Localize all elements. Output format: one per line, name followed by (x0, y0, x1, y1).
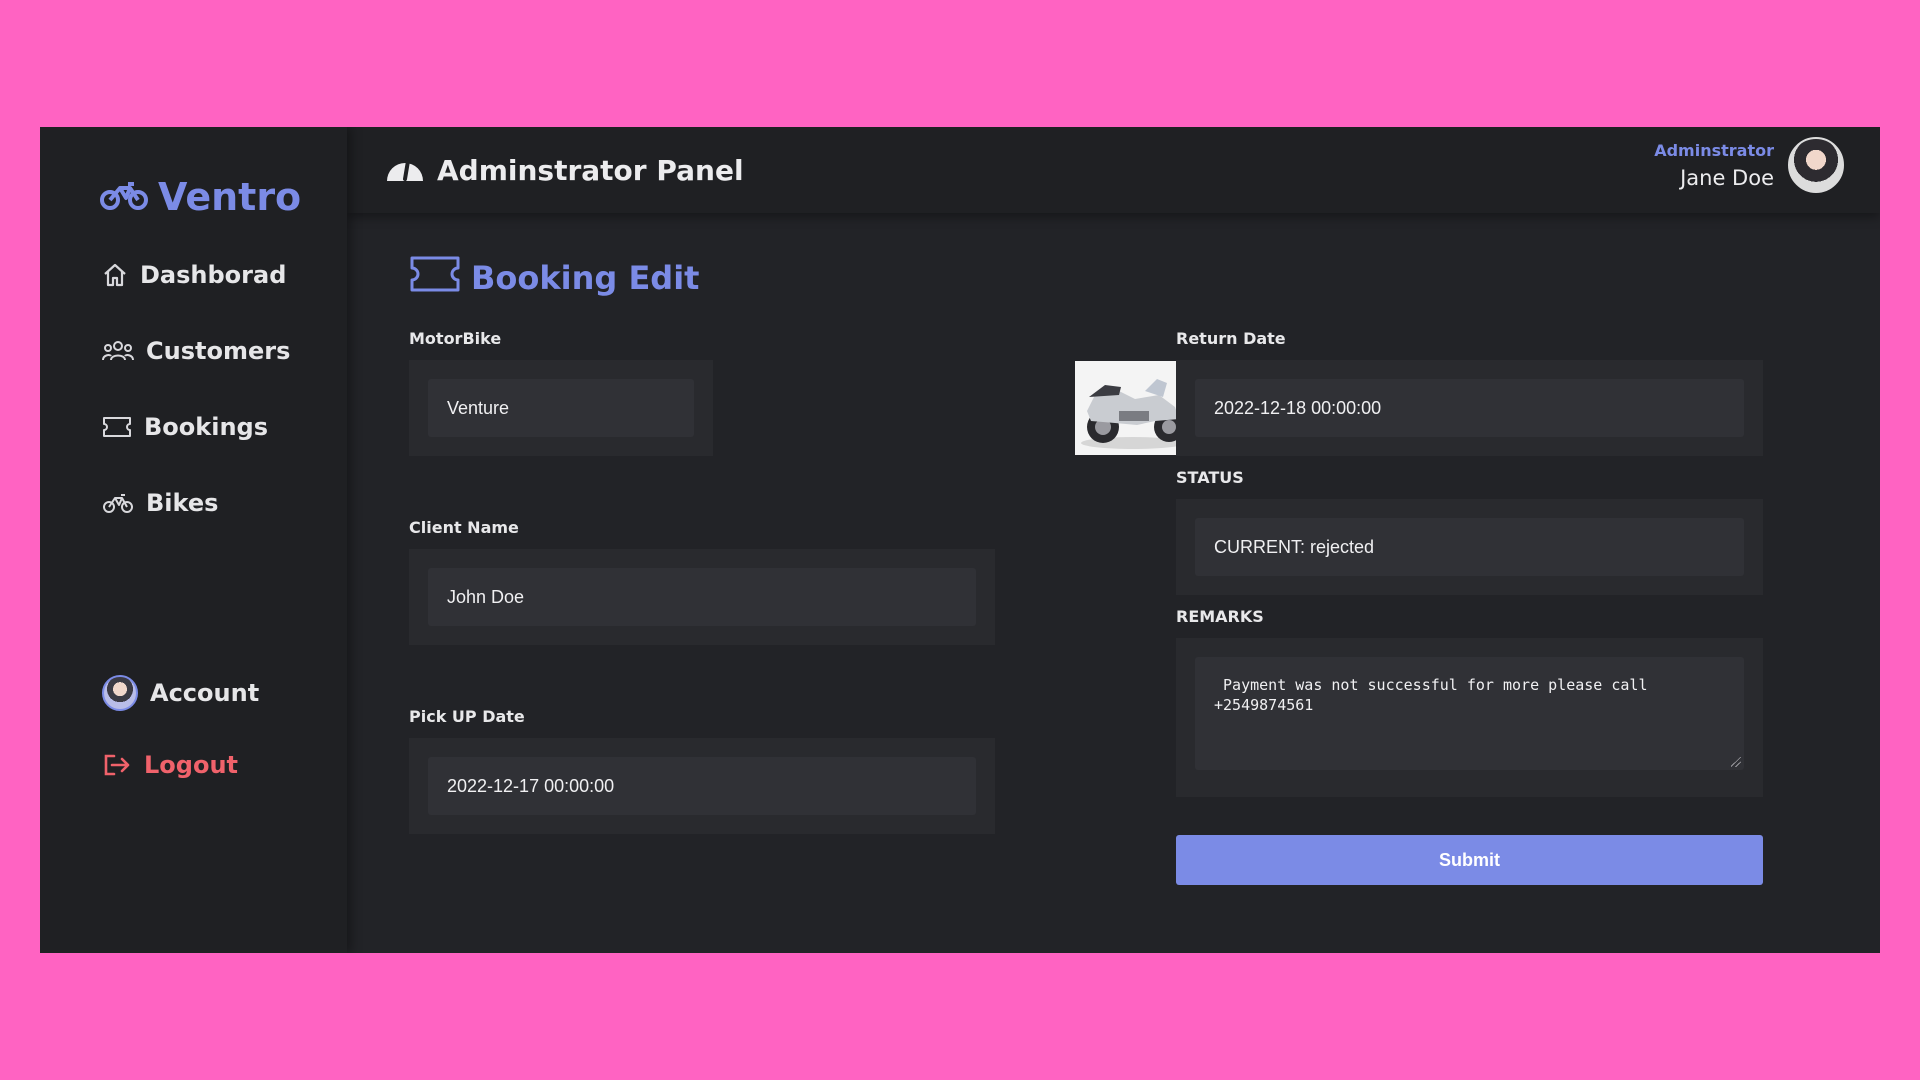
form-heading: Booking Edit (409, 255, 699, 301)
client-name-input[interactable]: John Doe (428, 568, 976, 626)
form-heading-text: Booking Edit (471, 259, 700, 297)
remarks-textarea[interactable]: Payment was not successful for more plea… (1195, 657, 1744, 770)
logout-icon (102, 752, 132, 778)
top-bar: Adminstrator Panel Adminstrator Jane Doe (347, 127, 1880, 213)
main-content: Adminstrator Panel Adminstrator Jane Doe… (347, 127, 1880, 953)
sidebar-item-bikes[interactable]: Bikes (102, 489, 218, 517)
sidebar-item-label: Logout (144, 751, 239, 779)
avatar (102, 675, 138, 711)
motorbike-icon (100, 175, 148, 219)
pickup-date-input[interactable]: 2022-12-17 00:00:00 (428, 757, 976, 815)
client-name-label: Client Name (409, 518, 519, 537)
motorbike-select[interactable]: Venture (428, 379, 694, 437)
remarks-label: REMARKS (1176, 607, 1264, 626)
user-profile[interactable]: Adminstrator Jane Doe (1654, 137, 1844, 193)
home-icon (102, 262, 128, 288)
users-icon (102, 338, 134, 364)
status-field: CURRENT: rejected (1176, 499, 1763, 595)
submit-button[interactable]: Submit (1176, 835, 1763, 885)
return-date-label: Return Date (1176, 329, 1286, 348)
gauge-icon (383, 149, 427, 192)
sidebar-item-customers[interactable]: Customers (102, 337, 290, 365)
sidebar-item-dashboard[interactable]: Dashborad (102, 261, 286, 289)
sidebar-item-label: Account (150, 679, 260, 707)
client-name-field: John Doe (409, 549, 995, 645)
motorbike-label: MotorBike (409, 329, 502, 348)
sidebar: Ventro Dashborad Customers Bookings Bike… (40, 127, 347, 953)
motorbike-photo (1075, 361, 1191, 455)
user-name: Jane Doe (1680, 165, 1774, 190)
motorbike-icon (102, 491, 134, 515)
app-window: Ventro Dashborad Customers Bookings Bike… (40, 127, 1880, 953)
ticket-icon (409, 255, 461, 301)
sidebar-item-label: Customers (146, 337, 291, 365)
sidebar-item-label: Bikes (146, 489, 219, 517)
panel-title-text: Adminstrator Panel (437, 154, 744, 187)
user-role: Adminstrator (1654, 140, 1774, 160)
motorbike-field: Venture (409, 360, 713, 456)
brand-name: Ventro (158, 175, 302, 219)
pickup-date-field: 2022-12-17 00:00:00 (409, 738, 995, 834)
avatar[interactable] (1788, 137, 1844, 193)
status-label: STATUS (1176, 468, 1244, 487)
pickup-date-label: Pick UP Date (409, 707, 525, 726)
return-date-input[interactable]: 2022-12-18 00:00:00 (1195, 379, 1744, 437)
sidebar-item-label: Bookings (144, 413, 269, 441)
sidebar-item-bookings[interactable]: Bookings (102, 413, 268, 441)
brand-logo[interactable]: Ventro (100, 175, 301, 219)
resize-handle[interactable] (1731, 757, 1741, 767)
remarks-field: Payment was not successful for more plea… (1176, 638, 1763, 797)
return-date-field: 2022-12-18 00:00:00 (1176, 360, 1763, 456)
sidebar-item-logout[interactable]: Logout (102, 751, 238, 779)
sidebar-item-account[interactable]: Account (102, 675, 259, 711)
status-select[interactable]: CURRENT: rejected (1195, 518, 1744, 576)
page-title: Adminstrator Panel (383, 149, 744, 192)
sidebar-item-label: Dashborad (140, 261, 287, 289)
user-info: Adminstrator Jane Doe (1654, 141, 1774, 190)
ticket-icon (102, 415, 132, 439)
